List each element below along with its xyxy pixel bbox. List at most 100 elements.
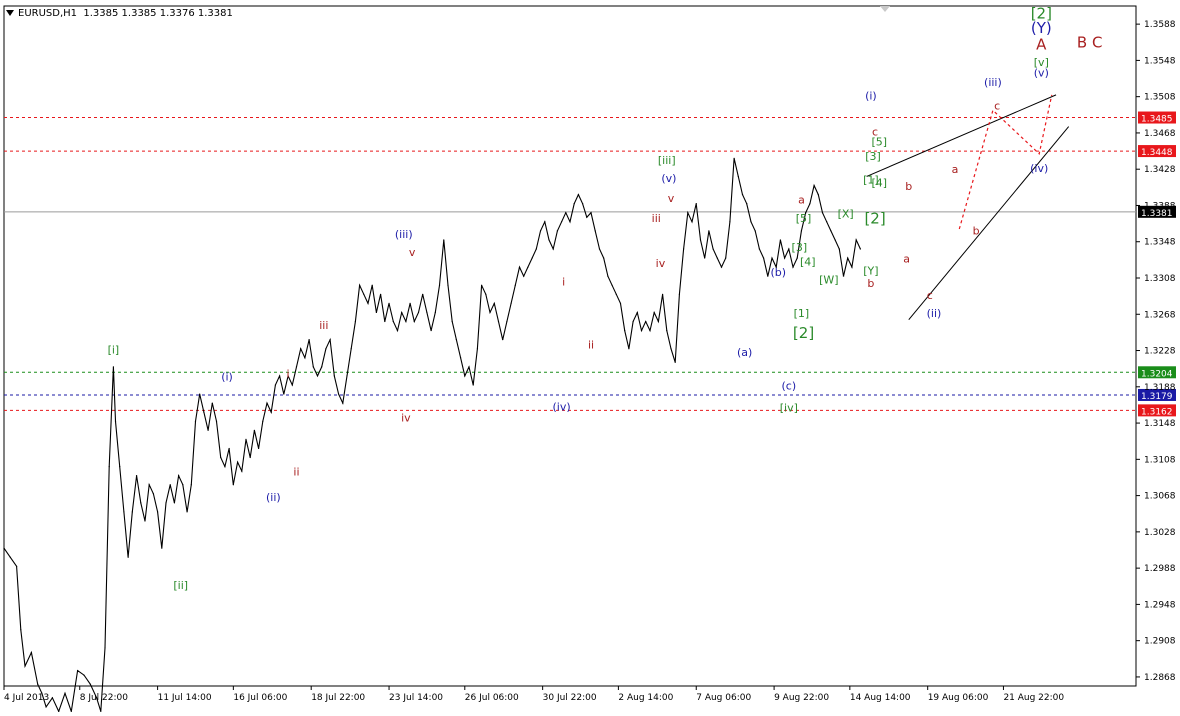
price-point — [434, 311, 436, 314]
price-point — [590, 212, 592, 214]
price-point — [430, 329, 432, 332]
price-point — [112, 366, 115, 368]
wave-label: b — [973, 224, 980, 237]
x-tick-label: 11 Jul 14:00 — [158, 693, 212, 703]
price-point — [396, 329, 399, 332]
price-point — [607, 275, 609, 277]
price-point — [531, 257, 533, 259]
price-point — [131, 511, 133, 513]
wave-label: b — [867, 277, 874, 290]
price-line — [3, 158, 861, 713]
price-point — [855, 239, 857, 241]
x-tick-label: 14 Aug 14:00 — [850, 693, 911, 703]
symbol-header: EURUSD,H1 1.3385 1.3385 1.3376 1.3381 — [6, 8, 233, 19]
price-point — [539, 230, 542, 232]
price-point — [459, 357, 462, 359]
price-point — [354, 320, 356, 323]
price-point — [30, 651, 32, 654]
price-point — [283, 393, 285, 395]
price-point — [514, 284, 516, 286]
price-point — [817, 193, 819, 196]
wave-label: [2] — [1031, 5, 1052, 23]
wave-label: A — [1036, 36, 1047, 54]
price-point — [830, 230, 832, 232]
wave-label: B C — [1077, 34, 1103, 52]
price-point — [41, 692, 43, 694]
price-point — [489, 311, 491, 314]
wave-label: v — [668, 192, 675, 205]
wave-label: a — [798, 194, 805, 207]
price-point — [565, 212, 567, 214]
price-point — [670, 348, 672, 350]
price-point — [438, 284, 441, 286]
price-point — [750, 221, 752, 223]
price-point — [316, 375, 319, 377]
price-point — [548, 239, 550, 241]
price-point — [737, 175, 739, 178]
price-point — [417, 311, 420, 314]
price-point — [468, 366, 470, 368]
wave-label: [2] — [864, 210, 885, 228]
y-tick-label: 1.3548 — [1144, 56, 1176, 66]
wave-label: iv — [401, 411, 411, 424]
price-point — [346, 375, 348, 377]
price-point — [683, 248, 685, 250]
price-point — [640, 329, 643, 332]
level-label-text: 1.3204 — [1141, 369, 1173, 379]
wave-label: (v) — [661, 172, 676, 185]
price-point — [560, 221, 563, 223]
price-point — [657, 320, 659, 323]
price-point — [481, 284, 483, 286]
price-point — [186, 511, 188, 513]
price-point — [699, 239, 702, 241]
level-label-text: 1.3485 — [1141, 115, 1173, 125]
price-point — [77, 669, 79, 672]
price-point — [165, 502, 167, 504]
price-point — [220, 456, 222, 459]
x-tick-label: 30 Jul 22:00 — [543, 693, 597, 703]
level-label: 1.3485 — [1138, 111, 1176, 125]
price-point — [291, 384, 293, 386]
price-point — [413, 320, 415, 323]
wave-label: iii — [652, 212, 661, 225]
ohlc-values: 1.3385 1.3385 1.3376 1.3381 — [83, 8, 233, 19]
y-tick-label: 1.3028 — [1144, 528, 1176, 538]
price-point — [729, 221, 731, 223]
dropdown-triangle-icon[interactable] — [6, 10, 14, 16]
wave-label: [Y] — [863, 264, 878, 277]
wave-label: [2] — [793, 324, 814, 342]
price-point — [582, 203, 584, 205]
wave-label: (ii) — [266, 491, 281, 504]
price-point — [409, 302, 411, 304]
wave-label: [1] — [794, 307, 810, 320]
price-point — [603, 257, 605, 259]
price-point — [232, 484, 234, 486]
x-tick-label: 26 Jul 06:00 — [465, 693, 519, 703]
price-point — [754, 230, 756, 232]
price-point — [401, 311, 403, 314]
price-point — [695, 203, 697, 205]
price-point — [380, 293, 382, 295]
price-point — [371, 284, 373, 286]
price-point — [826, 221, 828, 223]
wave-label: [3] — [792, 241, 808, 254]
price-point — [476, 348, 479, 350]
price-point — [190, 484, 192, 486]
wave-label: i — [562, 275, 565, 288]
wave-label: (ii) — [927, 307, 942, 320]
price-point — [628, 348, 630, 350]
price-point — [472, 384, 474, 386]
price-point — [350, 348, 352, 350]
price-point — [9, 556, 11, 558]
price-point — [443, 239, 445, 241]
price-chart[interactable]: 1.34851.34481.33811.32041.31791.31621.28… — [0, 0, 1180, 713]
wave-label: (i) — [865, 89, 877, 102]
price-point — [569, 221, 571, 223]
wave-label: (a) — [737, 346, 752, 359]
price-point — [405, 320, 407, 323]
price-point — [245, 438, 247, 440]
x-tick-label: 7 Aug 06:00 — [696, 693, 751, 703]
price-point — [594, 230, 596, 232]
price-point — [758, 248, 760, 250]
price-point — [741, 193, 744, 196]
